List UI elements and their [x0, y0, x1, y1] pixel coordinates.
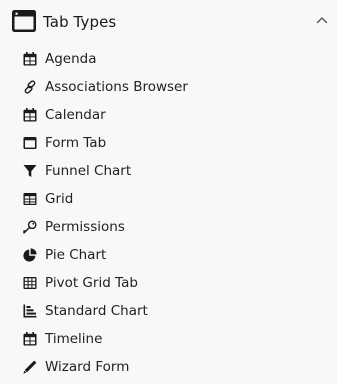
table-icon [23, 192, 37, 206]
pie-chart-icon [23, 248, 37, 262]
calendar-icon [23, 52, 37, 66]
tab-types-header[interactable]: Tab Types [0, 0, 337, 44]
pencil-icon [23, 360, 37, 374]
section-title: Tab Types [43, 13, 117, 31]
list-item-label: Timeline [45, 331, 103, 347]
list-item-form-tab[interactable]: Form Tab [0, 130, 337, 158]
list-item-grid[interactable]: Grid [0, 186, 337, 214]
list-item-funnel-chart[interactable]: Funnel Chart [0, 158, 337, 186]
window-icon [23, 136, 37, 150]
list-item-standard-chart[interactable]: Standard Chart [0, 298, 337, 326]
funnel-icon [23, 164, 37, 178]
grid-icon [23, 276, 37, 290]
chevron-up-icon[interactable] [315, 12, 329, 28]
tab-types-panel: Tab Types Agenda Associations Browser Ca… [0, 0, 337, 384]
list-item-label: Pie Chart [45, 247, 107, 263]
key-icon [23, 220, 37, 234]
link-icon [23, 80, 37, 94]
calendar-icon [23, 332, 37, 346]
list-item-wizard-form[interactable]: Wizard Form [0, 354, 337, 382]
list-item-label: Standard Chart [45, 303, 148, 319]
list-item-calendar[interactable]: Calendar [0, 102, 337, 130]
list-item-label: Associations Browser [45, 79, 188, 95]
list-item-label: Wizard Form [45, 359, 130, 375]
list-item-label: Pivot Grid Tab [45, 275, 138, 291]
list-item-label: Funnel Chart [45, 163, 132, 179]
list-item-label: Permissions [45, 219, 125, 235]
calendar-icon [23, 108, 37, 122]
list-item-agenda[interactable]: Agenda [0, 46, 337, 74]
list-item-label: Calendar [45, 107, 106, 123]
list-item-associations-browser[interactable]: Associations Browser [0, 74, 337, 102]
window-icon [12, 10, 36, 32]
list-item-label: Grid [45, 191, 74, 207]
list-item-pie-chart[interactable]: Pie Chart [0, 242, 337, 270]
list-item-label: Form Tab [45, 135, 107, 151]
tab-types-list: Agenda Associations Browser Calendar For… [0, 46, 337, 382]
list-item-timeline[interactable]: Timeline [0, 326, 337, 354]
list-item-label: Agenda [45, 51, 97, 67]
list-item-pivot-grid-tab[interactable]: Pivot Grid Tab [0, 270, 337, 298]
bar-chart-icon [23, 304, 37, 318]
list-item-permissions[interactable]: Permissions [0, 214, 337, 242]
